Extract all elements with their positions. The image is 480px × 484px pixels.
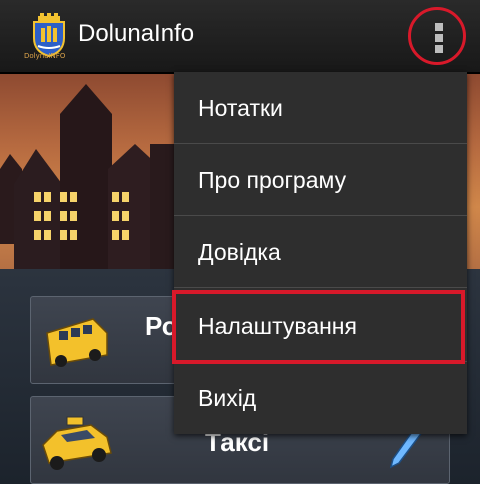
school-bus-icon [46,318,108,367]
settings-highlight-box [172,290,465,364]
overflow-menu-button[interactable] [408,7,466,65]
menu-item-about[interactable]: Про програму [174,144,467,216]
overflow-menu-icon [435,23,443,31]
menu-item-notes[interactable]: Нотатки [174,72,467,144]
menu-item-exit[interactable]: Вихід [174,362,467,434]
taxi-car-icon [42,416,112,470]
action-bar: DolynaINFO DolunaInfo [0,0,480,74]
overflow-menu: Нотатки Про програму Довідка Налаштуванн… [174,72,467,434]
menu-item-help[interactable]: Довідка [174,216,467,288]
logo-caption: DolynaINFO [24,52,66,60]
app-title: DolunaInfo [78,20,195,47]
